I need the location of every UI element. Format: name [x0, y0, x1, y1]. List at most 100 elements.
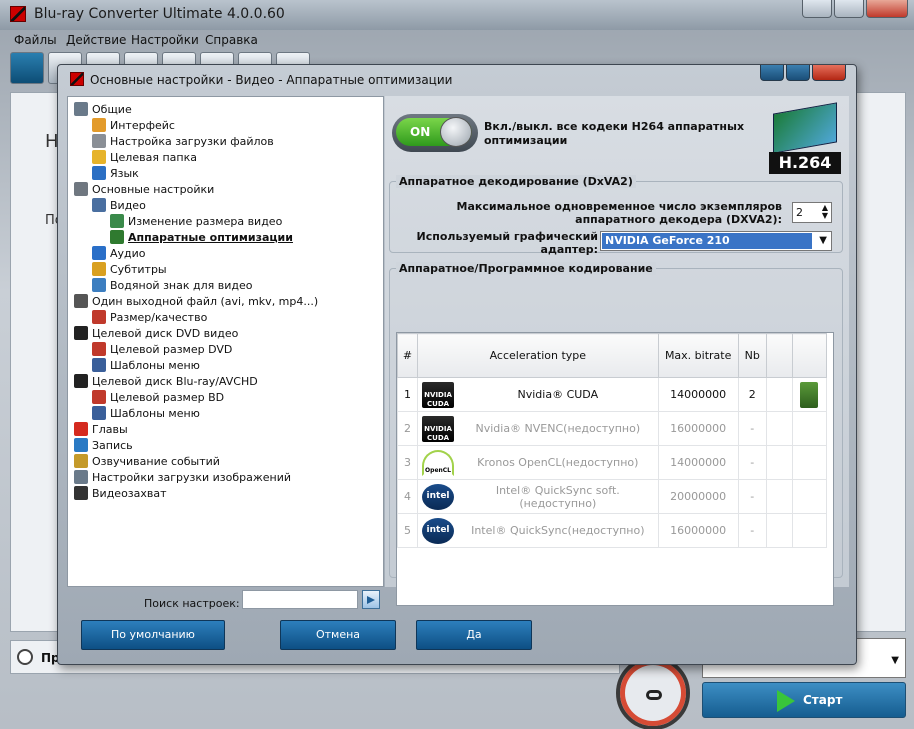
- burn-disc-icon: [74, 438, 88, 452]
- menubar: Файлы Действие Настройки Справка: [0, 30, 914, 50]
- disc-size-icon: [92, 390, 106, 404]
- adapter-select-value: NVIDIA GeForce 210: [602, 233, 812, 249]
- main-window-title: Blu-ray Converter Ultimate 4.0.0.60: [34, 6, 285, 22]
- row-config-cell[interactable]: [791, 377, 828, 412]
- tree-item[interactable]: Водяной знак для видео: [92, 277, 252, 293]
- maximize-button[interactable]: [834, 0, 864, 18]
- menu-template-icon: [92, 406, 106, 420]
- dialog-close-button[interactable]: [812, 65, 846, 81]
- tree-item-label: Шаблоны меню: [110, 406, 200, 420]
- row-num: 1: [397, 377, 419, 412]
- col-type-header[interactable]: Acceleration type: [417, 333, 659, 378]
- tree-item-label: Субтитры: [110, 262, 167, 276]
- row-extra-cell: [765, 411, 793, 446]
- tree-item[interactable]: Целевой размер DVD: [92, 341, 232, 357]
- tree-item[interactable]: Настройка загрузки файлов: [92, 133, 274, 149]
- play-icon: [777, 690, 795, 712]
- tree-item[interactable]: Озвучивание событий: [74, 453, 220, 469]
- app-logo-icon: [70, 72, 84, 86]
- decode-group-title: Аппаратное декодирование (DxVA2): [396, 175, 636, 188]
- disc-size-icon: [92, 342, 106, 356]
- tree-item-label: Целевой размер DVD: [110, 342, 233, 356]
- tree-item[interactable]: Язык: [92, 165, 139, 181]
- tree-item[interactable]: Видео: [92, 197, 146, 213]
- opencl-logo: OpenCL: [422, 449, 455, 476]
- tree-item[interactable]: Субтитры: [92, 261, 167, 277]
- tree-item[interactable]: Настройки загрузки изображений: [74, 469, 291, 485]
- tree-item-label: Целевой диск DVD видео: [92, 326, 239, 340]
- table-row[interactable]: 2 NVIDIA CUDA Nvidia® NVENC(недоступно) 160…: [397, 411, 828, 446]
- menu-template-icon: [92, 358, 106, 372]
- settings-tree: Общие Интерфейс Настройка загрузки файлов Ц…: [67, 96, 384, 587]
- table-row[interactable]: 4 intel Intel® QuickSync soft.(недоступно)…: [397, 479, 828, 514]
- col-nb-header[interactable]: Nb: [737, 333, 767, 378]
- adapter-label: Используемый графический адаптер:: [416, 230, 598, 256]
- default-button[interactable]: По умолчанию: [81, 620, 225, 650]
- row-num: 5: [397, 513, 419, 548]
- tree-item[interactable]: Главы: [74, 421, 128, 437]
- dialog-titlebar: Основные настройки - Видео - Аппаратные …: [58, 65, 856, 93]
- tree-item-label: Язык: [110, 166, 139, 180]
- col-bitrate-header[interactable]: Max. bitrate: [657, 333, 739, 378]
- search-go-button[interactable]: [362, 590, 380, 609]
- add-files-button[interactable]: [10, 52, 44, 84]
- row-num: 2: [397, 411, 419, 446]
- tree-item[interactable]: Шаблоны меню: [92, 405, 200, 421]
- dvd-icon: [74, 326, 88, 340]
- table-row[interactable]: 3 OpenCL Kronos OpenCL(недоступно) 14000000…: [397, 445, 828, 480]
- search-input[interactable]: [242, 590, 358, 609]
- tree-item[interactable]: Целевой размер BD: [92, 389, 224, 405]
- start-button[interactable]: Старт: [702, 682, 906, 718]
- max-instances-stepper[interactable]: 2 ▲ ▼: [792, 202, 832, 223]
- row-extra-cell: [765, 377, 793, 412]
- menu-help[interactable]: Справка: [205, 33, 258, 47]
- tree-item[interactable]: Один выходной файл (avi, mkv, mp4...): [74, 293, 318, 309]
- tree-item[interactable]: Общие: [74, 101, 132, 117]
- close-button[interactable]: [866, 0, 908, 18]
- dialog-minimize-button[interactable]: [760, 65, 784, 81]
- table-row[interactable]: 1 NVIDIA CUDA Nvidia® CUDA 14000000 2: [397, 377, 828, 412]
- menu-action[interactable]: Действие: [66, 33, 126, 47]
- tree-item[interactable]: Целевой диск Blu-ray/AVCHD: [74, 373, 258, 389]
- subtitle-icon: [92, 262, 106, 276]
- cancel-button[interactable]: Отмена: [280, 620, 396, 650]
- max-bitrate: 14000000: [657, 445, 739, 480]
- tree-item[interactable]: Интерфейс: [92, 117, 175, 133]
- dialog-maximize-button[interactable]: [786, 65, 810, 81]
- nb-value: -: [737, 479, 767, 514]
- ok-button[interactable]: Да: [416, 620, 532, 650]
- nb-value: -: [737, 445, 767, 480]
- tree-item[interactable]: Шаблоны меню: [92, 357, 200, 373]
- stepper-arrows-icon: ▲ ▼: [821, 203, 828, 220]
- nvidia-cuda-logo: NVIDIA CUDA: [422, 415, 455, 442]
- tree-item[interactable]: Целевая папка: [92, 149, 197, 165]
- menu-files[interactable]: Файлы: [14, 33, 57, 47]
- start-button-label: Старт: [803, 693, 843, 707]
- table-row[interactable]: 5 intel Intel® QuickSync(недоступно) 160000…: [397, 513, 828, 548]
- h264-toggle[interactable]: ON: [392, 114, 478, 152]
- tree-item[interactable]: Основные настройки: [74, 181, 214, 197]
- row-config-cell: [791, 445, 828, 480]
- row-num: 3: [397, 445, 419, 480]
- col-num-header[interactable]: #: [397, 333, 419, 378]
- decode-group: Аппаратное декодирование (DxVA2) Максима…: [389, 175, 843, 256]
- gpu-icon: [110, 230, 124, 244]
- minimize-button[interactable]: [802, 0, 832, 18]
- tree-item[interactable]: Видеозахват: [74, 485, 167, 501]
- tree-item[interactable]: Аудио: [92, 245, 146, 261]
- toggle-label: ON: [410, 125, 431, 139]
- tree-item[interactable]: Изменение размера видео: [110, 213, 282, 229]
- tree-item[interactable]: Целевой диск DVD видео: [74, 325, 238, 341]
- acceleration-type: Intel® QuickSync(недоступно): [471, 524, 645, 537]
- row-extra-cell: [765, 479, 793, 514]
- gpu-config-icon[interactable]: [800, 381, 819, 408]
- tree-item[interactable]: Размер/качество: [92, 309, 207, 325]
- tree-item[interactable]: Аппаратные оптимизации: [110, 229, 293, 245]
- tree-item-label: Видеозахват: [92, 486, 167, 500]
- tree-item-label: Настройка загрузки файлов: [110, 134, 274, 148]
- adapter-select[interactable]: NVIDIA GeForce 210 ▼: [600, 231, 832, 251]
- menu-settings[interactable]: Настройки: [131, 33, 199, 47]
- quality-icon: [92, 310, 106, 324]
- tree-item-label: Водяной знак для видео: [110, 278, 253, 292]
- tree-item[interactable]: Запись: [74, 437, 133, 453]
